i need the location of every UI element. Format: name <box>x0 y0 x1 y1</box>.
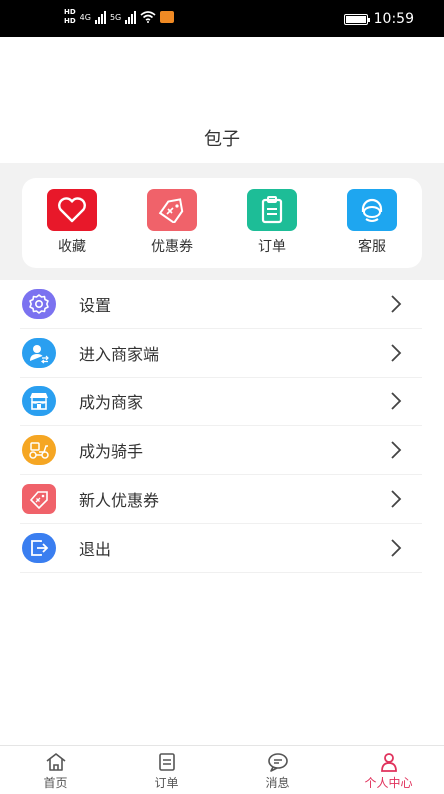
quick-orders-label: 订单 <box>258 239 286 255</box>
heart-icon <box>47 189 97 231</box>
store-icon <box>22 386 56 417</box>
user-switch-icon <box>22 337 56 368</box>
app-notification-icon <box>160 11 175 23</box>
user-name[interactable]: 包子 <box>0 125 444 151</box>
menu-label-settings: 设置 <box>79 295 112 315</box>
hd-indicator: HD HD <box>64 8 76 26</box>
hd-label-2: HD <box>64 17 76 25</box>
chevron-right-icon <box>391 490 402 508</box>
quick-orders[interactable]: 订单 <box>222 178 322 268</box>
chevron-right-icon <box>391 392 402 411</box>
home-icon <box>46 753 65 771</box>
menu-list: 设置 进入商家端 成为商家 成为骑手 新人优惠券 退出 <box>20 280 422 573</box>
quick-favorites[interactable]: 收藏 <box>22 178 122 268</box>
tab-orders-label: 订单 <box>154 776 179 790</box>
menu-item-become-merchant[interactable]: 成为商家 <box>20 378 422 427</box>
menu-item-settings[interactable]: 设置 <box>20 280 422 329</box>
menu-label-become-merchant: 成为商家 <box>79 393 144 413</box>
profile-header: 包子 <box>0 37 444 163</box>
menu-item-new-user-coupon[interactable]: 新人优惠券 <box>20 475 422 524</box>
signal-icon <box>125 10 137 24</box>
chevron-right-icon <box>391 441 402 459</box>
tab-messages-label: 消息 <box>265 776 290 790</box>
tab-messages[interactable]: 消息 <box>222 746 333 794</box>
hd-label-1: HD <box>64 8 76 16</box>
wifi-icon <box>140 11 156 23</box>
tab-home[interactable]: 首页 <box>0 746 111 794</box>
quick-coupons-label: 优惠券 <box>151 239 193 255</box>
network-label-1: 4G <box>79 12 91 22</box>
tab-profile-label: 个人中心 <box>364 776 413 790</box>
scooter-icon <box>22 435 56 466</box>
menu-label-merchant-portal: 进入商家端 <box>79 344 160 364</box>
menu-item-become-rider[interactable]: 成为骑手 <box>20 426 422 476</box>
quick-actions-card: 收藏 优惠券 订单 客服 <box>22 178 422 268</box>
gear-icon <box>22 288 56 319</box>
quick-coupons[interactable]: 优惠券 <box>122 178 222 268</box>
logout-icon <box>22 532 56 563</box>
chevron-right-icon <box>391 344 402 362</box>
menu-item-logout[interactable]: 退出 <box>20 524 422 573</box>
coupon-tag-icon <box>147 189 197 231</box>
clipboard-icon <box>247 189 297 231</box>
order-icon <box>158 753 175 771</box>
quick-favorites-label: 收藏 <box>58 239 86 255</box>
status-left: HD HD 4G 5G <box>64 8 175 26</box>
quick-service-label: 客服 <box>358 239 386 255</box>
headset-icon <box>347 189 397 231</box>
battery-icon <box>343 13 370 25</box>
chevron-right-icon <box>391 539 402 557</box>
status-right: 10:59 <box>343 11 414 27</box>
clock: 10:59 <box>373 11 414 27</box>
coupon-tag-icon <box>22 484 56 515</box>
tab-home-label: 首页 <box>43 776 68 790</box>
menu-item-merchant-portal[interactable]: 进入商家端 <box>20 329 422 378</box>
menu-label-become-rider: 成为骑手 <box>79 442 144 462</box>
bottom-tab-bar: 首页 订单 消息 个人中心 <box>0 745 444 794</box>
tab-orders[interactable]: 订单 <box>111 746 222 794</box>
tab-profile[interactable]: 个人中心 <box>333 746 444 794</box>
quick-service[interactable]: 客服 <box>322 178 422 268</box>
person-icon <box>380 753 397 772</box>
status-bar: HD HD 4G 5G 10:59 <box>0 0 444 37</box>
message-icon <box>267 753 288 772</box>
menu-label-logout: 退出 <box>79 539 112 559</box>
network-label-2: 5G <box>109 12 122 22</box>
signal-icon <box>94 10 106 24</box>
menu-label-new-user-coupon: 新人优惠券 <box>79 491 160 511</box>
chevron-right-icon <box>391 295 402 313</box>
